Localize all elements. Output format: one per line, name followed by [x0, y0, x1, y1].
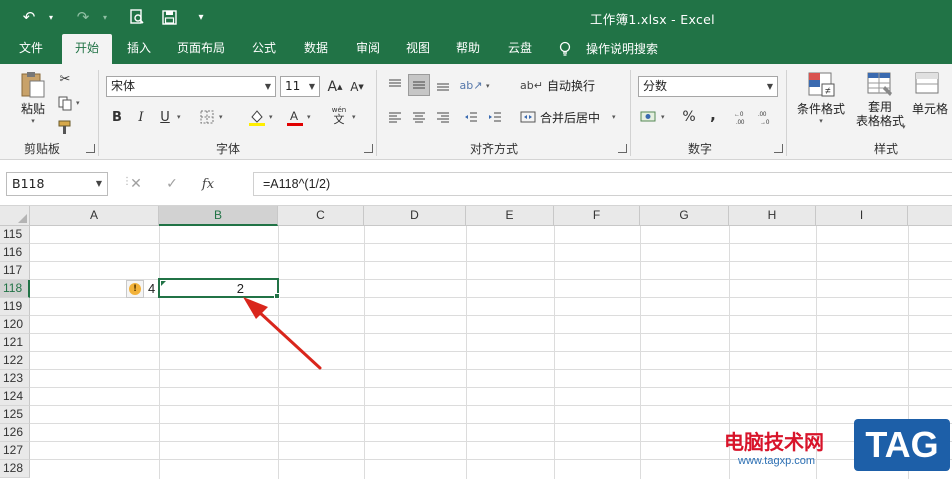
- annotation-arrow: [243, 297, 322, 370]
- watermark-tag-logo: TAG: [854, 419, 950, 471]
- watermark-url: www.tagxp.com: [738, 455, 816, 467]
- watermark-text: 电脑技术网: [724, 430, 824, 454]
